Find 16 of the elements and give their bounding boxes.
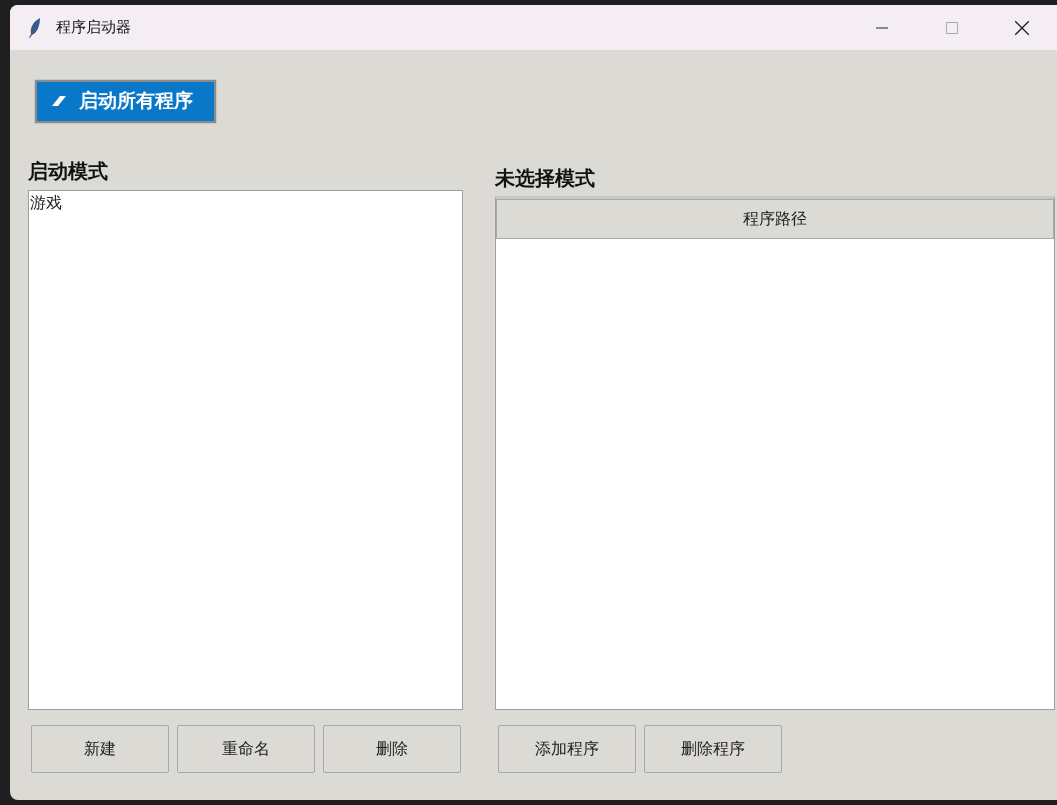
- mode-list[interactable]: 游戏: [28, 190, 463, 710]
- action-button[interactable]: 删除: [323, 725, 461, 773]
- section-heading: 未选择模式: [495, 164, 596, 192]
- action-button[interactable]: 添加程序: [498, 725, 636, 773]
- section-heading: 启动模式: [28, 157, 109, 185]
- column-header[interactable]: 程序路径: [496, 199, 1054, 239]
- launch-all-button[interactable]: 启动所有程序: [35, 79, 216, 123]
- action-button[interactable]: 删除程序: [644, 725, 782, 773]
- action-button[interactable]: 重命名: [177, 725, 315, 773]
- close-icon: [1015, 20, 1029, 35]
- window-title: 程序启动器: [56, 18, 131, 37]
- eraser-icon: [51, 95, 67, 107]
- action-button[interactable]: 新建: [31, 725, 169, 773]
- feather-icon: [28, 16, 42, 39]
- list-item[interactable]: 游戏: [29, 191, 462, 216]
- maximize-icon: [946, 21, 958, 34]
